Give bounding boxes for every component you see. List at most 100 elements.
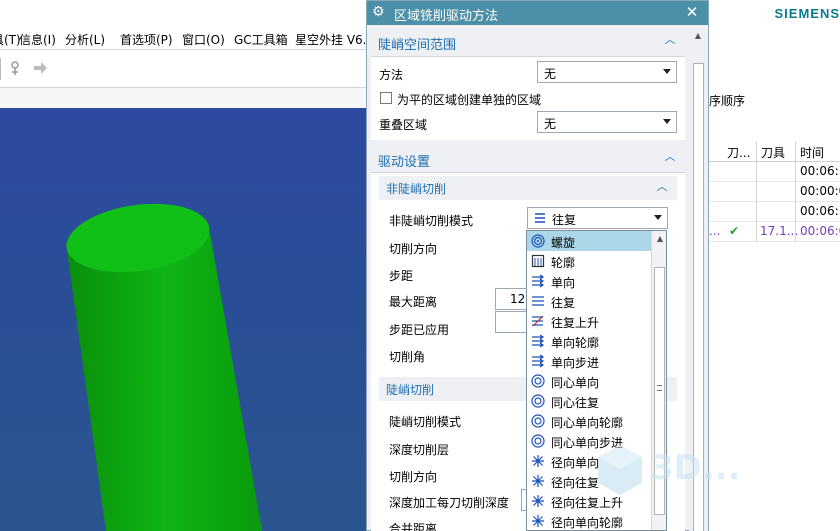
non-steep-mode-select[interactable]: 往复 (527, 207, 668, 229)
nav-table: 刀... 刀具 时间 00:06:1 00:00:0 00:06:1 ... ✔… (709, 142, 840, 242)
nav-time-cell: 00:06:1 (800, 164, 840, 178)
dropdown-option[interactable]: 往复 (527, 291, 651, 311)
subgroup-non-steep-title: 非陡峭切削 (386, 182, 447, 196)
dropdown-option[interactable]: 单向 (527, 271, 651, 291)
dialog-title: 区域铣削驱动方法 (394, 9, 499, 24)
chevron-up-icon[interactable]: ︿ (663, 33, 677, 47)
arrow-right-icon[interactable] (32, 60, 48, 76)
method-label: 方法 (379, 68, 404, 82)
dropdown-scroll-thumb[interactable] (654, 267, 665, 515)
menu-preferences[interactable]: 首选项(P) (120, 31, 173, 48)
gear-icon[interactable]: ⚙ (372, 4, 388, 20)
menu-window[interactable]: 窗口(O) (182, 31, 225, 48)
menu-xingkong-plugin[interactable]: 星空外挂 V6.9 (295, 31, 374, 48)
overlap-region-select[interactable]: 无 (537, 111, 677, 133)
separate-flat-regions-checkbox[interactable] (380, 92, 392, 104)
chevron-up-icon[interactable]: ︿ (663, 150, 677, 164)
dropdown-option[interactable]: 往复上升 (527, 311, 651, 331)
dropdown-option-label: 同心单向步进 (551, 436, 624, 450)
dropdown-option-label: 径向单向轮廓 (551, 516, 624, 530)
table-row[interactable]: 00:06:1 (709, 162, 840, 182)
table-row[interactable]: 00:00:0 (709, 182, 840, 202)
group-drive-settings-header[interactable]: 驱动设置 ︿ (371, 146, 685, 172)
dropdown-option-label: 径向往复 (551, 476, 600, 490)
menu-analysis[interactable]: 分析(L) (65, 31, 105, 48)
dropdown-option[interactable]: 径向单向 (527, 451, 651, 471)
nav-time-cell: 00:06:0 (800, 224, 840, 238)
dropdown-option[interactable]: 同心单向步进 (527, 431, 651, 451)
dropdown-option[interactable]: 轮廓 (527, 251, 651, 271)
graphics-viewport[interactable] (0, 108, 366, 531)
nav-order-label: 序顺序 (709, 94, 746, 108)
menu-tools[interactable]: 具(T) (0, 31, 21, 48)
dropdown-scroll-up[interactable]: ▲ (655, 233, 665, 245)
subgroup-non-steep-header[interactable]: 非陡峭切削 ︿ (379, 176, 677, 200)
group-drive-settings-title: 驱动设置 (378, 155, 431, 170)
maxdist-input[interactable] (495, 311, 529, 333)
dropdown-option[interactable]: 单向轮廓 (527, 331, 651, 351)
method-select[interactable]: 无 (537, 61, 677, 83)
zig-icon (531, 274, 545, 288)
dropdown-option[interactable]: 径向往复 (527, 471, 651, 491)
steep-depth-per-pass-label: 深度加工每刀切削深度 (389, 496, 510, 510)
dropdown-option[interactable]: 同心单向 (527, 371, 651, 391)
operation-navigator: 序顺序 刀... 刀具 时间 00:06:1 00:00:0 00:06:1 .… (708, 28, 840, 531)
dialog-scrollbar[interactable]: ▲ (689, 25, 708, 531)
nav-col-tool-short[interactable]: 刀... (727, 144, 750, 161)
concentric-zig-profile-icon (531, 414, 545, 428)
nav-col-tool[interactable]: 刀具 (761, 144, 785, 161)
brand-logo: SIEMENS (774, 6, 840, 21)
nav-header-row: 刀... 刀具 时间 (709, 142, 840, 162)
table-row[interactable]: ... ✔ 17.1... 00:06:0 (709, 222, 840, 242)
profile-icon (531, 254, 545, 268)
concentric-zig-step-icon (531, 434, 545, 448)
zigzag-icon (534, 212, 546, 227)
steep-direction-label: 切削方向 (389, 470, 438, 484)
nav-col-time[interactable]: 时间 (800, 144, 824, 161)
overlap-region-label: 重叠区域 (379, 118, 428, 132)
tool-icon[interactable] (9, 60, 25, 76)
scroll-thumb[interactable] (693, 63, 704, 531)
dropdown-option[interactable]: 螺旋 (527, 231, 651, 251)
non-steep-stepover-applied-label: 步距已应用 (389, 323, 450, 337)
dropdown-option[interactable]: 同心往复 (527, 391, 651, 411)
scroll-up-arrow[interactable]: ▲ (693, 31, 703, 41)
dropdown-option-label: 同心单向轮廓 (551, 416, 624, 430)
dropdown-option[interactable]: 径向单向轮廓 (527, 511, 651, 530)
cylinder-part (66, 203, 262, 531)
dropdown-option-label: 螺旋 (551, 236, 576, 250)
radial-zigzag-lift-icon (531, 494, 545, 508)
zig-stepover-icon (531, 354, 545, 368)
dialog-titlebar[interactable]: ⚙ 区域铣削驱动方法 ✕ (367, 1, 708, 25)
dropdown-option[interactable]: 同心单向轮廓 (527, 411, 651, 431)
dropdown-option[interactable]: 径向往复上升 (527, 491, 651, 511)
table-row[interactable]: 00:06:1 (709, 202, 840, 222)
maxdist-value-box[interactable]: 12 (495, 288, 529, 310)
group-steep-space-header[interactable]: 陡峭空间范围 ︿ (371, 29, 685, 55)
chevron-up-icon[interactable]: ︿ (655, 180, 669, 194)
check-icon: ✔ (729, 224, 740, 238)
radial-zig-icon (531, 454, 545, 468)
steep-depth-label: 深度切削层 (389, 443, 450, 457)
radial-zig-profile-icon (531, 514, 545, 528)
separate-flat-regions-label: 为平的区域创建单独的区域 (397, 93, 542, 107)
dropdown-scrollbar[interactable]: ▲ (651, 231, 666, 530)
steep-merge-label: 合并距离 (389, 522, 438, 531)
toolbar-divider (0, 58, 1, 80)
dropdown-option-label: 径向往复上升 (551, 496, 624, 510)
dropdown-option-label: 径向单向 (551, 456, 600, 470)
chevron-down-icon (663, 119, 671, 124)
overlap-region-value: 无 (544, 117, 557, 131)
spiral-icon (531, 234, 545, 248)
zigzag-lift-icon (531, 314, 545, 328)
non-steep-stepover-label: 步距 (389, 269, 414, 283)
menu-gc-toolbox[interactable]: GC工具箱 (234, 31, 288, 48)
non-steep-mode-value: 往复 (552, 213, 577, 227)
dropdown-option-label: 单向 (551, 276, 576, 290)
menu-info[interactable]: 信息(I) (19, 31, 56, 48)
dropdown-option[interactable]: 单向步进 (527, 351, 651, 371)
dropdown-option-label: 同心往复 (551, 396, 600, 410)
nav-name-cell: ... (709, 224, 721, 238)
close-icon[interactable]: ✕ (684, 3, 700, 21)
concentric-zigzag-icon (531, 394, 545, 408)
